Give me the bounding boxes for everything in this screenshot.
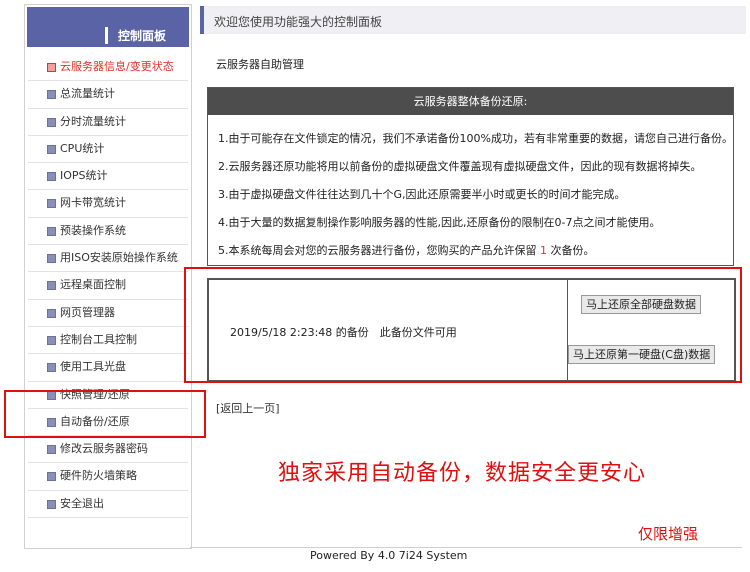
sidebar-item-web-manager[interactable]: 网页管理器: [28, 300, 188, 327]
square-bullet-icon: [47, 172, 56, 182]
sidebar-item-label: 控制台工具控制: [60, 332, 137, 346]
sidebar-item-server-info[interactable]: 云服务器信息/变更状态: [28, 54, 188, 82]
sidebar-item-label: 云服务器信息/变更状态: [60, 60, 174, 73]
panel-body: 1.由于可能存在文件锁定的情况，我们不承诺备份100%成功，若有非常重要的数据，…: [208, 125, 733, 265]
sidebar-item-cpu[interactable]: CPU统计: [28, 136, 188, 164]
highlight-box-menu: [4, 390, 206, 438]
sidebar-item-iso-install[interactable]: 用ISO安装原始操作系统: [28, 245, 188, 273]
square-bullet-icon: [47, 335, 56, 345]
sidebar-item-remote-desktop[interactable]: 远程桌面控制: [28, 272, 188, 300]
square-bullet-icon: [47, 472, 56, 482]
sidebar-item-console-tools[interactable]: 控制台工具控制: [28, 327, 188, 355]
sidebar-item-label: IOPS统计: [60, 169, 108, 183]
backup-notes-panel: 云服务器整体备份还原: 1.由于可能存在文件锁定的情况，我们不承诺备份100%成…: [207, 87, 734, 266]
note-item: 1.由于可能存在文件锁定的情况，我们不承诺备份100%成功，若有非常重要的数据，…: [218, 132, 733, 145]
note5-prefix: 5.本系统每周会对您的云服务器进行备份，您购买的产品允许保留: [218, 244, 537, 257]
square-bullet-icon: [47, 254, 56, 264]
retention-count: 1: [540, 244, 547, 257]
sidebar-item-label: 硬件防火墙策略: [60, 469, 137, 483]
square-bullet-icon: [47, 90, 56, 100]
sidebar-item-label: 使用工具光盘: [60, 360, 126, 374]
footer-text: Powered By 4.0 7i24 System: [310, 549, 468, 562]
sidebar-item-label: 预装操作系统: [60, 223, 126, 237]
square-bullet-icon: [47, 144, 56, 154]
sidebar-item-logout[interactable]: 安全退出: [28, 491, 188, 519]
promo-annotation: 独家采用自动备份，数据安全更安心: [278, 461, 647, 486]
note-item: 4.由于大量的数据复制操作影响服务器的性能,因此,还原备份的限制在0-7点之间才…: [218, 216, 661, 229]
square-bullet-icon: [47, 281, 56, 291]
welcome-text: 欢迎您使用功能强大的控制面板: [214, 15, 383, 29]
square-bullet-icon: [47, 117, 56, 127]
sidebar-item-label: 修改云服务器密码: [60, 442, 148, 456]
promo-annotation-small: 仅限增强: [638, 525, 699, 543]
square-bullet-icon: [47, 308, 56, 318]
back-link[interactable]: [返回上一页]: [216, 400, 280, 416]
section-title: 云服务器自助管理: [216, 58, 304, 71]
square-bullet-icon: [47, 363, 56, 373]
sidebar-item-firewall[interactable]: 硬件防火墙策略: [28, 463, 188, 491]
sidebar-item-tool-cd[interactable]: 使用工具光盘: [28, 354, 188, 382]
sidebar-item-total-traffic[interactable]: 总流量统计: [28, 81, 188, 109]
highlight-box-backup: [184, 267, 742, 383]
bottom-divider: [190, 547, 742, 548]
sidebar-item-hourly-traffic[interactable]: 分时流量统计: [28, 109, 188, 136]
sidebar-menu: 云服务器信息/变更状态 总流量统计 分时流量统计 CPU统计 IOPS统计 网卡…: [25, 54, 191, 519]
sidebar-item-label: CPU统计: [60, 141, 105, 155]
square-bullet-icon: [47, 199, 56, 209]
sidebar-item-iops[interactable]: IOPS统计: [28, 163, 188, 191]
square-bullet-icon: [47, 499, 56, 509]
welcome-header: 欢迎您使用功能强大的控制面板: [200, 6, 746, 34]
header-accent-bar: [105, 27, 108, 44]
note5-suffix: 次备份。: [550, 244, 595, 257]
sidebar-item-nic-bandwidth[interactable]: 网卡带宽统计: [28, 190, 188, 218]
sidebar-title: 控制面板: [118, 29, 167, 43]
sidebar: 控制面板 云服务器信息/变更状态 总流量统计 分时流量统计 CPU统计 IOPS…: [24, 4, 192, 549]
square-bullet-icon: [47, 226, 56, 236]
sidebar-item-label: 总流量统计: [60, 87, 115, 101]
sidebar-header: 控制面板: [27, 7, 189, 47]
sidebar-item-label: 分时流量统计: [60, 114, 126, 128]
square-bullet-icon: [47, 63, 56, 72]
sidebar-item-label: 远程桌面控制: [60, 278, 126, 292]
note-item-retention: 5.本系统每周会对您的云服务器进行备份，您购买的产品允许保留 1 次备份。: [208, 237, 733, 265]
sidebar-item-label: 网卡带宽统计: [60, 196, 126, 210]
square-bullet-icon: [47, 445, 56, 455]
note-item: 2.云服务器还原功能将用以前备份的虚拟硬盘文件覆盖现有虚拟硬盘文件，因此的现有数…: [218, 160, 702, 173]
sidebar-item-label: 网页管理器: [60, 305, 115, 319]
panel-title: 云服务器整体备份还原:: [208, 88, 733, 115]
sidebar-item-label: 安全退出: [60, 496, 104, 510]
sidebar-item-preinstall-os[interactable]: 预装操作系统: [28, 218, 188, 246]
sidebar-item-label: 用ISO安装原始操作系统: [60, 251, 178, 265]
sidebar-item-change-password[interactable]: 修改云服务器密码: [28, 436, 188, 464]
note-item: 3.由于虚拟硬盘文件往往达到几十个G,因此还原需要半小时或更长的时间才能完成。: [218, 188, 626, 201]
